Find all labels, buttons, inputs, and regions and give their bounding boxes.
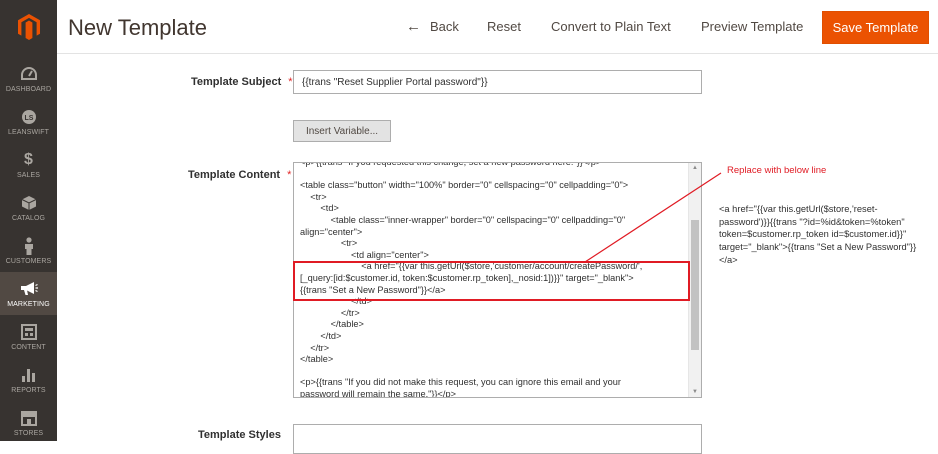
bar-chart-icon <box>20 366 38 384</box>
required-mark: * <box>287 169 292 181</box>
code-line: <tr> <box>300 191 327 202</box>
scroll-down-icon[interactable]: ▼ <box>689 387 701 397</box>
code-line: <table class="button" width="100%" borde… <box>300 180 629 191</box>
code-line: </table> <box>300 319 364 330</box>
sidebar-item-sales[interactable]: $ SALES <box>0 143 57 186</box>
sidebar-item-label: CONTENT <box>11 343 46 351</box>
arrow-left-icon: ← <box>406 18 421 35</box>
sidebar-item-label: CUSTOMERS <box>5 257 52 265</box>
replacement-text: <a href="{{var this.getUrl($store,'reset… <box>719 204 917 265</box>
code-line: </tr> <box>300 307 360 318</box>
template-styles-textarea[interactable] <box>293 424 702 454</box>
insert-variable-button[interactable]: Insert Variable... <box>293 120 391 142</box>
sidebar-item-label: MARKETING <box>7 300 50 308</box>
code-line: <tr> <box>300 238 358 249</box>
back-button-label: Back <box>430 19 459 34</box>
svg-text:LS: LS <box>24 115 33 122</box>
scroll-up-icon[interactable]: ▲ <box>689 163 701 173</box>
person-icon <box>20 236 38 255</box>
scroll-thumb[interactable] <box>691 220 699 350</box>
sidebar-item-marketing[interactable]: MARKETING <box>0 272 57 315</box>
sidebar-item-dashboard[interactable]: DASHBOARD <box>0 57 57 100</box>
sidebar-item-leanswift[interactable]: LS LEANSWIFT <box>0 100 57 143</box>
template-styles-label: Template Styles <box>198 429 281 441</box>
sidebar-item-catalog[interactable]: CATALOG <box>0 186 57 229</box>
code-line: <p>{{trans "If you did not make this req… <box>300 377 621 388</box>
reset-button[interactable]: Reset <box>487 19 521 34</box>
convert-to-plain-text-button[interactable]: Convert to Plain Text <box>551 19 671 34</box>
sidebar-item-label: REPORTS <box>11 386 46 394</box>
sidebar-item-label: CATALOG <box>11 214 46 222</box>
annotation-label: Replace with below line <box>727 165 827 176</box>
sidebar-item-stores[interactable]: STORES <box>0 401 57 444</box>
dollar-icon: $ <box>24 150 33 168</box>
template-subject-label: Template Subject * <box>191 76 293 88</box>
template-subject-label-text: Template Subject <box>191 76 282 88</box>
sidebar-item-label: STORES <box>13 429 44 437</box>
code-line: </tr> <box>300 342 330 353</box>
highlight-box <box>293 261 690 301</box>
code-line: <p>{{trans "If you requested this change… <box>300 162 602 167</box>
code-line: <td align="center"> <box>300 249 429 260</box>
code-line: <td> <box>300 203 339 214</box>
template-content-label-text: Template Content <box>188 169 281 181</box>
template-content-label: Template Content * <box>188 169 291 181</box>
box-icon <box>20 194 38 212</box>
code-line: align="center"> <box>300 226 363 237</box>
sidebar-item-label: LEANSWIFT <box>8 128 49 136</box>
sidebar-item-content[interactable]: CONTENT <box>0 315 57 358</box>
layout-icon <box>20 323 38 341</box>
required-mark: * <box>288 76 293 88</box>
admin-sidebar: DASHBOARD LS LEANSWIFT $ SALES CATALOG C… <box>0 0 57 441</box>
template-subject-input[interactable]: {{trans "Reset Supplier Portal password"… <box>293 70 702 94</box>
code-line: <table class="inner-wrapper" border="0" … <box>300 214 626 225</box>
page-header: New Template ← Back Reset Convert to Pla… <box>57 0 938 54</box>
sidebar-item-label: DASHBOARD <box>5 85 52 93</box>
back-button[interactable]: ← Back <box>406 19 459 34</box>
megaphone-icon <box>20 280 38 298</box>
code-line: </td> <box>300 330 342 341</box>
store-icon <box>20 409 38 427</box>
magento-logo-icon[interactable] <box>0 0 57 54</box>
leanswift-icon: LS <box>20 108 38 126</box>
code-line: </table> <box>300 354 334 365</box>
sidebar-item-label: SALES <box>16 171 41 179</box>
dashboard-icon <box>20 65 38 83</box>
sidebar-item-customers[interactable]: CUSTOMERS <box>0 229 57 272</box>
preview-template-button[interactable]: Preview Template <box>701 19 803 34</box>
page-title: New Template <box>68 15 207 40</box>
code-line: password will remain the same."}}</p> <box>300 388 456 398</box>
sidebar-item-reports[interactable]: REPORTS <box>0 358 57 401</box>
save-template-button[interactable]: Save Template <box>822 11 929 44</box>
